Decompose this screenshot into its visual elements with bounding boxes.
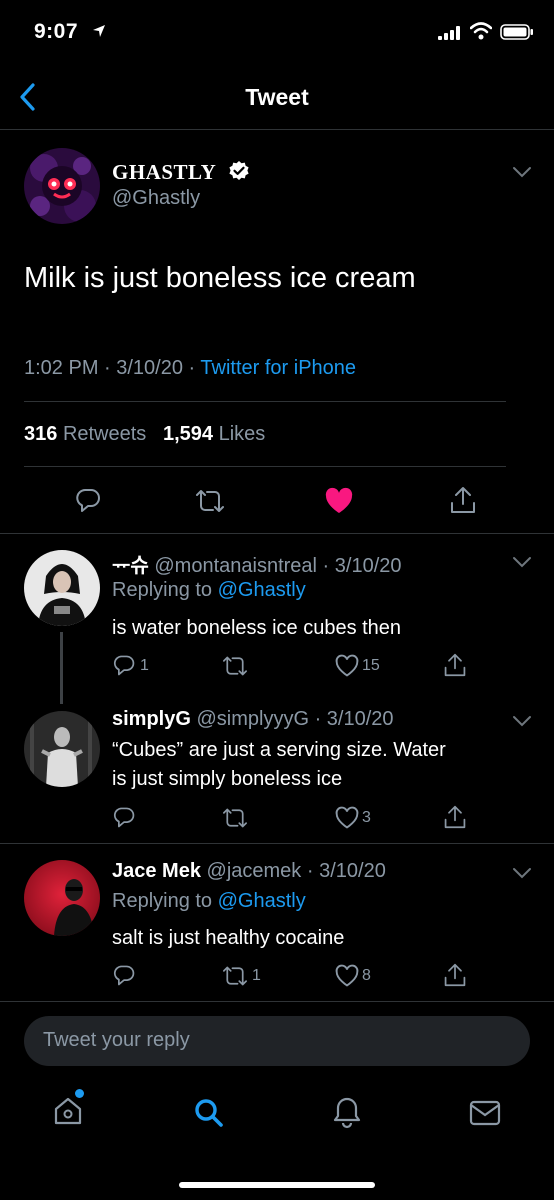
author-avatar[interactable] [24, 148, 100, 224]
replying-to-handle[interactable]: @Ghastly [218, 890, 306, 912]
home-indicator [179, 1182, 375, 1188]
share-icon[interactable] [443, 804, 467, 830]
messages-icon[interactable] [468, 1099, 502, 1127]
battery-icon [500, 24, 533, 40]
reply-text: salt is just healthy cocaine [112, 927, 345, 949]
retweet-count: 1 [252, 967, 261, 984]
reply-input-placeholder: Tweet your reply [43, 1029, 190, 1051]
reply-menu-chevron-icon[interactable] [512, 715, 532, 727]
search-icon[interactable] [193, 1097, 225, 1129]
divider [0, 1001, 554, 1002]
reply-icon[interactable] [112, 805, 136, 829]
tweet-meta: 1:02 PM · 3/10/20 · Twitter for iPhone [24, 357, 356, 380]
like-count: 3 [362, 809, 371, 826]
reply-author-handle[interactable]: @simplyyyG [196, 708, 309, 730]
reply-avatar[interactable] [24, 711, 100, 787]
reply-text: is water boneless ice cubes then [112, 617, 402, 639]
tweet-source-link[interactable]: Twitter for iPhone [200, 357, 356, 379]
like-icon[interactable] [334, 806, 360, 830]
share-icon[interactable] [443, 652, 467, 678]
cellular-signal-icon [438, 26, 460, 40]
reply-text-line-1: “Cubes” are just a serving size. Water [112, 739, 446, 761]
tweet-menu-chevron-icon[interactable] [512, 166, 532, 178]
replying-to: Replying to @Ghastly [112, 579, 306, 602]
location-arrow-icon [93, 25, 105, 37]
retweet-icon[interactable] [220, 806, 250, 830]
reply-date: · 3/10/20 [314, 708, 394, 730]
like-count-label[interactable]: Likes [219, 423, 266, 445]
thread-connector [60, 632, 63, 704]
tweet-text: Milk is just boneless ice cream [24, 262, 416, 294]
retweet-count[interactable]: 316 [24, 423, 57, 445]
retweet-icon[interactable] [220, 964, 250, 988]
reply-icon[interactable] [74, 486, 102, 514]
divider [0, 533, 554, 534]
reply-header: Jace Mek @jacemek · 3/10/20 [112, 860, 386, 883]
replying-to-label: Replying to [112, 890, 213, 912]
retweet-icon[interactable] [193, 487, 227, 515]
divider [0, 843, 554, 844]
like-filled-icon[interactable] [324, 487, 354, 515]
reply-date: · 3/10/20 [306, 860, 386, 882]
author-name[interactable]: GHASTLY [112, 160, 216, 185]
verified-badge-icon [229, 161, 249, 180]
reply-menu-chevron-icon[interactable] [512, 867, 532, 879]
reply-text-line-2: is just simply boneless ice [112, 768, 343, 790]
author-handle: @Ghastly [112, 187, 201, 209]
tweet-stats: 316 Retweets 1,594 Likes [24, 423, 265, 446]
like-icon[interactable] [334, 654, 360, 678]
reply-avatar[interactable] [24, 550, 100, 626]
reply-icon[interactable] [112, 963, 136, 987]
reply-count: 1 [140, 657, 149, 674]
reply-author-handle[interactable]: @jacemek [207, 860, 302, 882]
status-time: 9:07 [34, 20, 79, 43]
reply-menu-chevron-icon[interactable] [512, 556, 532, 568]
reply-author-handle[interactable]: @montanaisntreal [154, 555, 317, 577]
retweet-icon[interactable] [220, 654, 250, 678]
reply-author-name[interactable]: Jace Mek [112, 860, 201, 882]
page-title: Tweet [245, 84, 309, 110]
nav-bar: Tweet [0, 60, 554, 130]
reply-header: simplyG @simplyyyG · 3/10/20 [112, 708, 394, 731]
reply-author-name[interactable]: simplyG [112, 708, 191, 730]
reply-icon[interactable] [112, 653, 136, 677]
divider [24, 401, 506, 402]
like-count[interactable]: 1,594 [163, 423, 213, 445]
home-icon[interactable] [52, 1095, 84, 1127]
replying-to-label: Replying to [112, 579, 213, 601]
status-bar: 9:07 [0, 0, 554, 60]
like-count: 15 [362, 657, 380, 674]
share-icon[interactable] [443, 962, 467, 988]
reply-author-name[interactable]: ᅲ슈 [112, 555, 149, 577]
tweet-timestamp: 1:02 PM · 3/10/20 · [24, 357, 201, 379]
reply-avatar[interactable] [24, 860, 100, 936]
share-icon[interactable] [449, 485, 477, 515]
new-content-dot [75, 1089, 84, 1098]
wifi-icon [470, 22, 492, 40]
reply-header: ᅲ슈 @montanaisntreal · 3/10/20 [112, 549, 402, 578]
replying-to-handle[interactable]: @Ghastly [218, 579, 306, 601]
reply-date: · 3/10/20 [322, 555, 402, 577]
retweet-count-label[interactable]: Retweets [63, 423, 146, 445]
notifications-icon[interactable] [331, 1095, 363, 1129]
like-count: 8 [362, 967, 371, 984]
like-icon[interactable] [334, 964, 360, 988]
divider [24, 466, 506, 467]
replying-to: Replying to @Ghastly [112, 890, 306, 913]
